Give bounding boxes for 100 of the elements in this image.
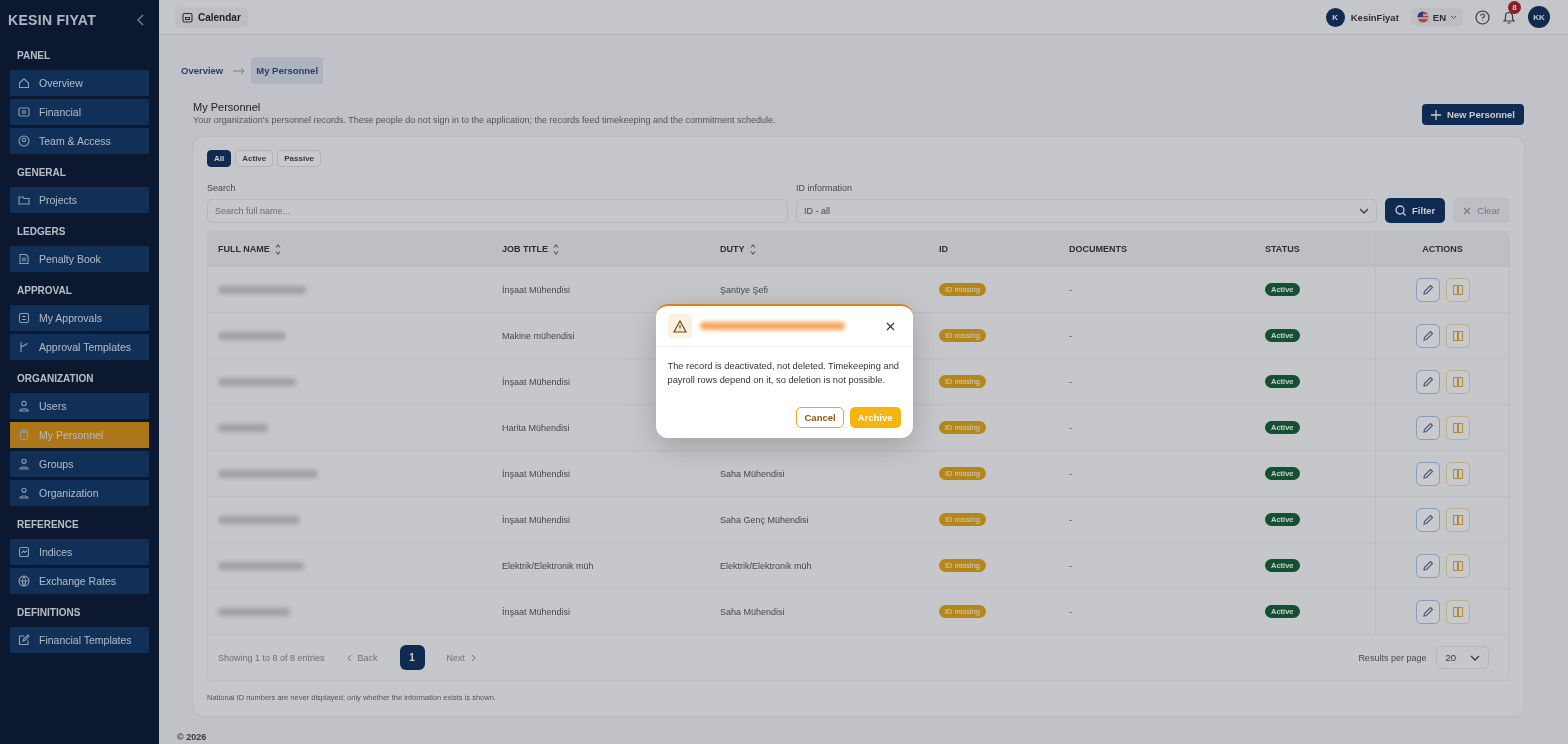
redacted-name-bar bbox=[218, 423, 268, 432]
nav-item[interactable]: Penalty Book bbox=[10, 246, 149, 272]
entries-summary: Showing 1 to 8 of 8 entries bbox=[218, 652, 325, 663]
pencil-icon bbox=[1421, 421, 1434, 434]
table-cell: İnşaat Mühendisi bbox=[502, 606, 571, 617]
chevron-left-icon bbox=[346, 653, 352, 662]
breadcrumb-link[interactable]: Overview bbox=[177, 57, 228, 84]
table-cell: - bbox=[1069, 560, 1072, 571]
sort-icon[interactable] bbox=[553, 243, 559, 255]
columns-icon bbox=[1451, 283, 1464, 296]
column-header[interactable]: JOB TITLE bbox=[502, 244, 548, 254]
nav-item[interactable]: Team & Access bbox=[10, 128, 149, 154]
new-personnel-button[interactable]: New Personnel bbox=[1421, 104, 1524, 125]
nav-item[interactable]: Overview bbox=[10, 70, 149, 96]
search-field[interactable]: Search full name... bbox=[207, 199, 789, 223]
calendar-button[interactable]: Calendar bbox=[175, 6, 248, 28]
section-heading: PANEL bbox=[16, 49, 52, 63]
filter-button[interactable]: Filter bbox=[1385, 198, 1446, 223]
badge-icon bbox=[18, 429, 30, 441]
pencil-icon bbox=[1421, 605, 1434, 618]
pencil-icon bbox=[1421, 559, 1434, 572]
table-cell: Elektrik/Elektronik müh bbox=[720, 560, 812, 571]
columns-icon bbox=[1451, 375, 1464, 388]
nav-item[interactable]: Organization bbox=[10, 480, 149, 506]
edit-button[interactable] bbox=[1415, 415, 1440, 440]
breadcrumb-link[interactable]: My Personnel bbox=[251, 57, 324, 84]
filter-tab[interactable]: Passive bbox=[277, 150, 322, 167]
table-cell: - bbox=[1069, 606, 1072, 617]
edit-button[interactable] bbox=[1415, 507, 1440, 532]
columns-icon bbox=[1451, 605, 1464, 618]
calendar-icon bbox=[182, 11, 193, 23]
edit-button[interactable] bbox=[1415, 323, 1440, 348]
section-heading: GENERAL bbox=[16, 166, 67, 180]
branch-icon bbox=[18, 341, 30, 353]
filter-tab[interactable]: All bbox=[207, 150, 232, 167]
edit-button[interactable] bbox=[1415, 553, 1440, 578]
column-header[interactable]: ACTIONS bbox=[1422, 244, 1463, 254]
pencil-icon bbox=[1421, 467, 1434, 480]
pencil-icon bbox=[1421, 375, 1434, 388]
close-icon bbox=[1463, 206, 1472, 215]
id-information-dropdown[interactable]: ID - all bbox=[796, 199, 1378, 223]
filter-tab[interactable]: Active bbox=[235, 150, 274, 167]
chevron-left-icon[interactable] bbox=[137, 14, 145, 26]
page-title: My Personnel bbox=[193, 101, 262, 113]
edit-button[interactable] bbox=[1415, 461, 1440, 486]
nav-item[interactable]: Financial bbox=[10, 99, 149, 125]
table-cell: Elektrik/Elektronik müh bbox=[502, 560, 594, 571]
nav-item[interactable]: Exchange Rates bbox=[10, 568, 149, 594]
search-icon bbox=[1395, 205, 1407, 216]
columns-icon bbox=[1451, 513, 1464, 526]
redacted-name-bar bbox=[218, 331, 286, 340]
close-icon[interactable] bbox=[885, 321, 895, 331]
sort-icon[interactable] bbox=[749, 243, 756, 255]
column-header[interactable]: STATUS bbox=[1265, 244, 1300, 254]
column-header[interactable]: DUTY bbox=[720, 244, 745, 254]
nav-item[interactable]: Indices bbox=[10, 539, 149, 565]
section-heading: DEFINITIONS bbox=[16, 606, 82, 620]
edit-button[interactable] bbox=[1415, 369, 1440, 394]
nav-item[interactable]: Financial Templates bbox=[10, 627, 149, 653]
nav-item[interactable]: Users bbox=[10, 393, 149, 419]
edit-icon bbox=[18, 634, 30, 646]
warning-icon bbox=[667, 314, 692, 339]
user-avatar[interactable]: KK bbox=[1528, 6, 1550, 28]
table-cell: Saha Mühendisi bbox=[720, 606, 785, 617]
language-selector[interactable]: EN bbox=[1410, 8, 1463, 26]
table-cell: - bbox=[1069, 468, 1072, 479]
table-cell: - bbox=[1069, 376, 1072, 387]
column-header[interactable]: FULL NAME bbox=[218, 244, 270, 254]
nav-item[interactable]: My Approvals bbox=[10, 305, 149, 331]
dialog-message: The record is deactivated, not deleted. Timekeeping and payroll rows depend on it, so deletion is not possible. bbox=[666, 360, 901, 387]
table-cell: - bbox=[1069, 330, 1072, 341]
cancel-button[interactable]: Cancel bbox=[796, 406, 844, 428]
help-icon[interactable] bbox=[1475, 9, 1490, 25]
nav-item[interactable]: Projects bbox=[10, 187, 149, 213]
bell-icon[interactable] bbox=[1502, 9, 1516, 25]
person-circle-icon bbox=[18, 135, 30, 147]
people-icon bbox=[18, 487, 30, 499]
page-button[interactable]: 1 bbox=[399, 645, 425, 670]
table-cell: Harita Mühendisi bbox=[502, 422, 570, 433]
account-switcher[interactable]: K KesinFiyat bbox=[1325, 7, 1399, 27]
person-icon bbox=[18, 400, 30, 412]
pencil-icon bbox=[1421, 283, 1434, 296]
page-size-dropdown[interactable]: 20 bbox=[1436, 646, 1489, 669]
edit-button[interactable] bbox=[1415, 599, 1440, 624]
table-cell: Makine mühendisi bbox=[502, 330, 575, 341]
list-icon bbox=[18, 312, 30, 324]
columns-icon bbox=[1451, 467, 1464, 480]
column-header[interactable]: ID bbox=[939, 244, 948, 254]
pencil-icon bbox=[1421, 329, 1434, 342]
card-icon bbox=[18, 106, 30, 118]
field-label: ID information bbox=[796, 183, 854, 193]
sort-icon[interactable] bbox=[274, 243, 281, 255]
columns-icon bbox=[1451, 329, 1464, 342]
book-icon bbox=[18, 253, 30, 265]
table-cell: Şantiye Şefi bbox=[720, 284, 769, 295]
nav-item[interactable]: Groups bbox=[10, 451, 149, 477]
column-header[interactable]: DOCUMENTS bbox=[1069, 244, 1127, 254]
chevron-right-icon bbox=[471, 653, 477, 662]
nav-item[interactable]: Approval Templates bbox=[10, 334, 149, 360]
edit-button[interactable] bbox=[1415, 277, 1440, 302]
